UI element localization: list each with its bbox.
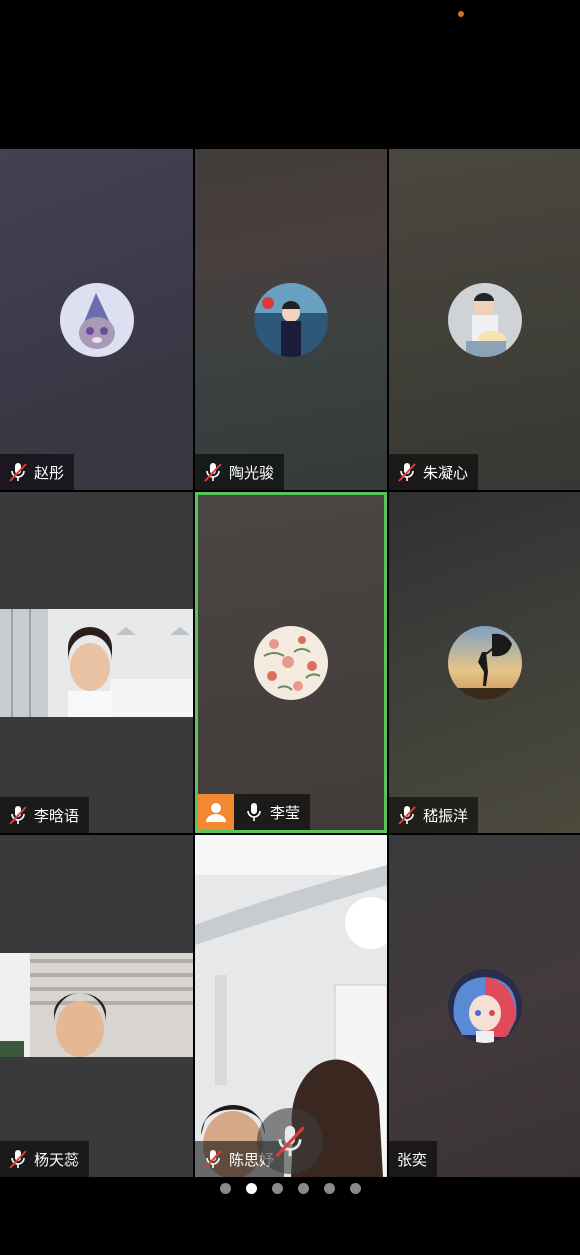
- participant-name-tag: 陶光骏: [195, 454, 285, 490]
- participant-tile-active-speaker[interactable]: 李莹: [195, 492, 387, 833]
- participant-name-tag: 李莹: [198, 794, 311, 830]
- participant-name-tag: 赵彤: [0, 454, 75, 490]
- page-indicator: [0, 1183, 580, 1197]
- participant-name-tag: 张奕: [389, 1141, 438, 1177]
- participant-avatar: [254, 282, 328, 357]
- camera-feed-girl: [0, 953, 193, 1057]
- participant-name: 李莹: [270, 803, 301, 822]
- participant-name-tag: 杨天蕊: [0, 1141, 90, 1177]
- participant-name: 陶光骏: [229, 463, 275, 482]
- participant-avatar: [447, 625, 522, 700]
- participant-name: 张奕: [397, 1150, 428, 1169]
- child-photo-avatar-icon: [254, 282, 328, 357]
- page-dot[interactable]: [271, 1183, 283, 1194]
- mic-muted-icon: [275, 1125, 305, 1158]
- anime-girl-avatar-icon: [447, 969, 522, 1043]
- mic-muted-icon: [9, 463, 27, 482]
- host-badge: [198, 794, 234, 830]
- participant-tile[interactable]: 嵇振洋: [389, 492, 580, 833]
- participant-tile[interactable]: 杨天蕊: [0, 835, 193, 1177]
- mic-muted-icon: [398, 463, 416, 482]
- floral-pattern-avatar-icon: [254, 625, 328, 700]
- participant-avatar: [254, 625, 328, 700]
- participant-name-tag: 朱凝心: [389, 454, 479, 490]
- participant-tile[interactable]: 陶光骏: [195, 149, 387, 490]
- cartoon-character-avatar-icon: [59, 282, 134, 357]
- participant-avatar: [447, 969, 522, 1043]
- participant-name: 李晗语: [34, 806, 80, 825]
- page-dot[interactable]: [323, 1183, 335, 1194]
- mic-muted-icon: [9, 806, 27, 825]
- host-person-icon: [206, 803, 226, 822]
- participant-name: 杨天蕊: [34, 1150, 80, 1169]
- mic-muted-icon: [204, 463, 222, 482]
- participant-avatar: [447, 282, 522, 357]
- participant-tile[interactable]: 李晗语: [0, 492, 193, 833]
- participant-tile[interactable]: 赵彤: [0, 149, 193, 490]
- participant-name: 赵彤: [34, 463, 65, 482]
- page-dot[interactable]: [349, 1183, 361, 1194]
- mic-muted-icon: [204, 1150, 222, 1169]
- page-dot-current[interactable]: [245, 1183, 257, 1194]
- status-indicator-dot: [458, 11, 464, 17]
- mic-on-icon: [247, 803, 261, 821]
- mic-muted-icon: [398, 806, 416, 825]
- participant-tile[interactable]: 朱凝心: [389, 149, 580, 490]
- participant-name: 朱凝心: [423, 463, 469, 482]
- participant-avatar: [59, 282, 134, 357]
- participant-name: 嵇振洋: [423, 806, 469, 825]
- participant-name-tag: 嵇振洋: [389, 797, 479, 833]
- participant-name-tag: 李晗语: [0, 797, 90, 833]
- silhouette-sunset-avatar-icon: [447, 625, 522, 700]
- mic-muted-icon: [9, 1150, 27, 1169]
- child-with-cake-avatar-icon: [447, 282, 522, 357]
- page-dot[interactable]: [219, 1183, 231, 1194]
- camera-feed-girl: [0, 609, 193, 717]
- participant-grid: 赵彤 陶光骏 朱凝心 李晗语 李莹 嵇振洋 杨天蕊 陈思妤 张奕: [0, 149, 580, 1177]
- mic-toggle-button[interactable]: [257, 1108, 323, 1174]
- participant-tile[interactable]: 张奕: [389, 835, 580, 1177]
- page-dot[interactable]: [297, 1183, 309, 1194]
